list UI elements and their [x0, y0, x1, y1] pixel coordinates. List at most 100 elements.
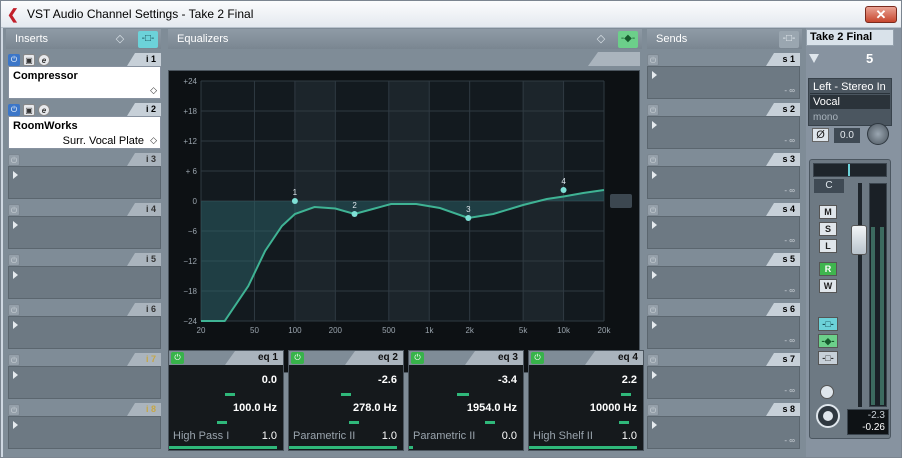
- eq-point-4[interactable]: [560, 187, 567, 193]
- insert-plugin-field[interactable]: RoomWorks Surr. Vocal Plate ◇: [8, 116, 161, 149]
- insert-slot-4[interactable]: ⏻ i 4: [8, 203, 161, 253]
- band-q[interactable]: 1.0: [262, 430, 277, 442]
- inserts-bypass-strip-button[interactable]: -□-: [818, 317, 838, 331]
- send-field[interactable]: - ∞: [647, 266, 800, 299]
- program-browser-icon[interactable]: ◇: [150, 135, 157, 146]
- input-gain-value[interactable]: 0.0: [834, 128, 860, 143]
- title-bar[interactable]: ❮ VST Audio Channel Settings - Take 2 Fi…: [1, 1, 901, 28]
- eq-curve-svg[interactable]: +24 +18 +12 + 6 0 −6 −12 −18 −2420 50 100 200 500 1k 2…: [169, 71, 641, 374]
- band-power-icon[interactable]: ⏻: [291, 352, 304, 364]
- listen-button[interactable]: L: [819, 239, 837, 253]
- bypass-icon[interactable]: ▣: [23, 104, 35, 116]
- power-icon[interactable]: ⏻: [8, 54, 20, 66]
- insert-plugin-field[interactable]: Compressor ◇: [8, 66, 161, 99]
- insert-empty-field[interactable]: [8, 366, 161, 399]
- power-icon[interactable]: ⏻: [647, 404, 659, 416]
- write-automation-button[interactable]: W: [819, 279, 837, 293]
- send-field[interactable]: - ∞: [647, 116, 800, 149]
- program-browser-icon[interactable]: ◇: [150, 85, 157, 96]
- inserts-preset-icon[interactable]: ◇: [114, 33, 126, 45]
- input-routing[interactable]: Left - Stereo In: [810, 80, 890, 94]
- send-slot-2[interactable]: ⏻ s 2 - ∞: [647, 103, 800, 153]
- eq-point-3[interactable]: [465, 215, 472, 221]
- eq-display-tab[interactable]: [588, 52, 640, 66]
- band-gain[interactable]: 2.2: [529, 369, 643, 391]
- band-type[interactable]: Parametric II: [293, 430, 355, 442]
- record-enable-button[interactable]: [816, 404, 840, 428]
- band-power-icon[interactable]: ⏻: [171, 352, 184, 364]
- monitor-button[interactable]: [820, 385, 834, 399]
- power-icon[interactable]: ⏻: [8, 404, 20, 416]
- send-slot-8[interactable]: ⏻ s 8 - ∞: [647, 403, 800, 453]
- send-slot-5[interactable]: ⏻ s 5 - ∞: [647, 253, 800, 303]
- insert-empty-field[interactable]: [8, 216, 161, 249]
- read-automation-button[interactable]: R: [819, 262, 837, 276]
- edit-icon[interactable]: e: [38, 104, 50, 116]
- power-icon[interactable]: ⏻: [647, 54, 659, 66]
- band-frequency[interactable]: 1954.0 Hz: [409, 397, 523, 419]
- power-icon[interactable]: ⏻: [647, 204, 659, 216]
- insert-slot-6[interactable]: ⏻ i 6: [8, 303, 161, 353]
- insert-slot-3[interactable]: ⏻ i 3: [8, 153, 161, 203]
- insert-empty-field[interactable]: [8, 316, 161, 349]
- power-icon[interactable]: ⏻: [8, 104, 20, 116]
- power-icon[interactable]: ⏻: [8, 154, 20, 166]
- insert-slot-5[interactable]: ⏻ i 5: [8, 253, 161, 303]
- sends-bypass-strip-button[interactable]: -□-: [818, 351, 838, 365]
- power-icon[interactable]: ⏻: [8, 304, 20, 316]
- power-icon[interactable]: ⏻: [647, 354, 659, 366]
- send-field[interactable]: - ∞: [647, 316, 800, 349]
- eq-bypass-strip-button[interactable]: -◆-: [818, 334, 838, 348]
- send-field[interactable]: - ∞: [647, 66, 800, 99]
- send-field[interactable]: - ∞: [647, 166, 800, 199]
- band-gain[interactable]: -2.6: [289, 369, 403, 391]
- send-field[interactable]: - ∞: [647, 416, 800, 449]
- phase-invert-button[interactable]: Ø: [812, 128, 829, 142]
- band-gain[interactable]: 0.0: [169, 369, 283, 391]
- eq-curve-display[interactable]: +24 +18 +12 + 6 0 −6 −12 −18 −24 20 50 100 200 500 1k 2…: [168, 70, 640, 373]
- insert-empty-field[interactable]: [8, 266, 161, 299]
- send-slot-1[interactable]: ⏻ s 1 - ∞: [647, 53, 800, 103]
- power-icon[interactable]: ⏻: [8, 254, 20, 266]
- pan-slider[interactable]: [813, 163, 887, 177]
- power-icon[interactable]: ⏻: [8, 354, 20, 366]
- band-frequency[interactable]: 100.0 Hz: [169, 397, 283, 419]
- band-type[interactable]: High Pass I: [173, 430, 229, 442]
- close-button[interactable]: ✕: [865, 6, 897, 23]
- send-slot-4[interactable]: ⏻ s 4 - ∞: [647, 203, 800, 253]
- insert-empty-field[interactable]: [8, 166, 161, 199]
- solo-button[interactable]: S: [819, 222, 837, 236]
- insert-slot-7[interactable]: ⏻ i 7: [8, 353, 161, 403]
- band-q[interactable]: 1.0: [382, 430, 397, 442]
- power-icon[interactable]: ⏻: [8, 204, 20, 216]
- band-type[interactable]: High Shelf II: [533, 430, 593, 442]
- insert-slot-8[interactable]: ⏻ i 8: [8, 403, 161, 453]
- power-icon[interactable]: ⏻: [647, 254, 659, 266]
- band-type[interactable]: Parametric II: [413, 430, 475, 442]
- insert-empty-field[interactable]: [8, 416, 161, 449]
- eq-preset-icon[interactable]: ◇: [595, 33, 607, 45]
- send-slot-6[interactable]: ⏻ s 6 - ∞: [647, 303, 800, 353]
- input-gain-knob[interactable]: [867, 123, 889, 145]
- band-frequency[interactable]: 10000 Hz: [529, 397, 643, 419]
- inserts-bypass-button[interactable]: -□-: [138, 31, 158, 48]
- send-field[interactable]: - ∞: [647, 216, 800, 249]
- band-power-icon[interactable]: ⏻: [531, 352, 544, 364]
- insert-slot-2[interactable]: ⏻ ▣ e i 2 RoomWorks Surr. Vocal Plate ◇: [8, 103, 161, 153]
- eq-bypass-button[interactable]: -◆-: [618, 31, 638, 48]
- band-frequency[interactable]: 278.0 Hz: [289, 397, 403, 419]
- send-slot-7[interactable]: ⏻ s 7 - ∞: [647, 353, 800, 403]
- channel-name[interactable]: Take 2 Final: [806, 29, 894, 46]
- band-gain[interactable]: -3.4: [409, 369, 523, 391]
- insert-slot-1[interactable]: ⏻ ▣ e i 1 Compressor ◇: [8, 53, 161, 103]
- band-power-icon[interactable]: ⏻: [411, 352, 424, 364]
- power-icon[interactable]: ⏻: [647, 304, 659, 316]
- eq-point-1[interactable]: [291, 198, 298, 204]
- power-icon[interactable]: ⏻: [647, 104, 659, 116]
- sends-bypass-button[interactable]: -□-: [779, 31, 799, 48]
- send-field[interactable]: - ∞: [647, 366, 800, 399]
- eq-sync-icon[interactable]: [610, 194, 632, 208]
- eq-point-2[interactable]: [351, 211, 358, 217]
- edit-icon[interactable]: e: [38, 54, 50, 66]
- volume-fader[interactable]: [851, 225, 867, 255]
